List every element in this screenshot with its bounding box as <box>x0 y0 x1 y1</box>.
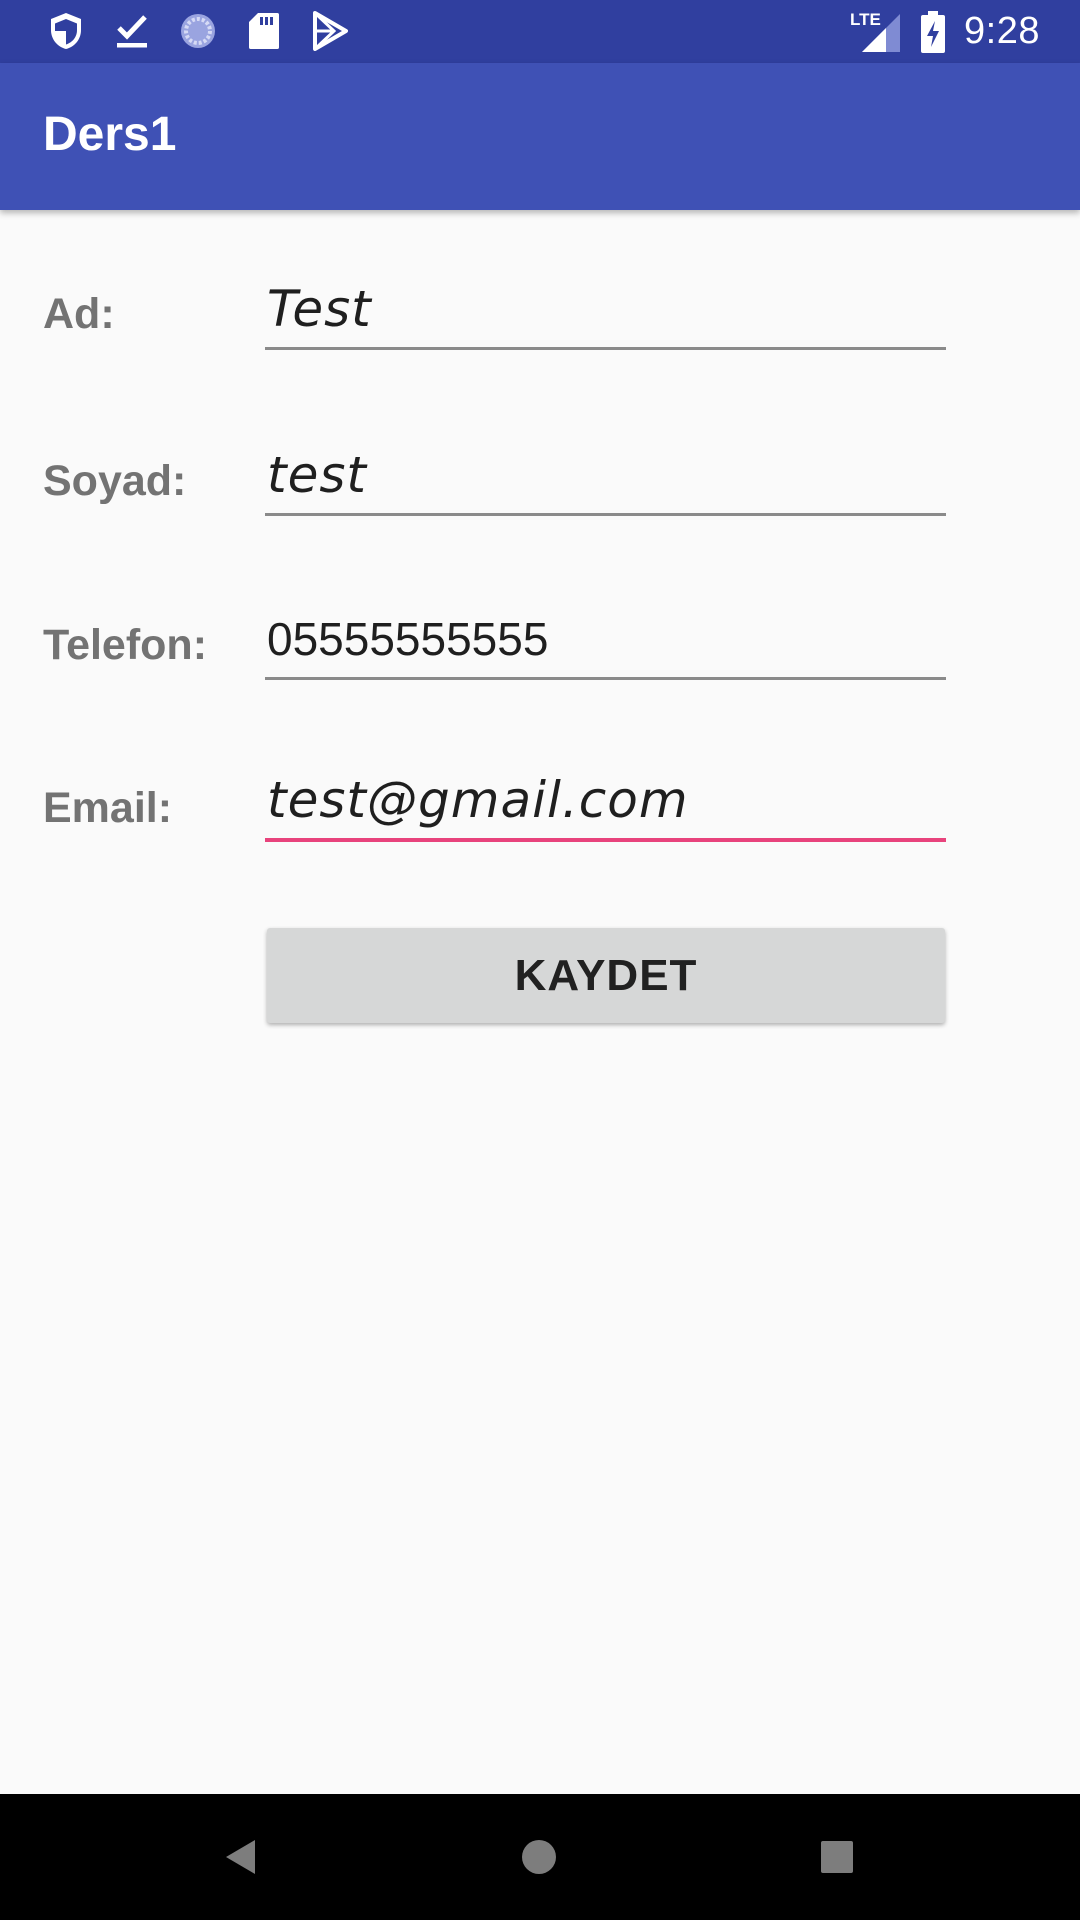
screen: LTE 9:28 Ders1 Ad: Soyad: <box>0 0 1080 1920</box>
sync-spinner-icon <box>176 9 220 53</box>
notification-icons <box>44 8 352 54</box>
battery-charging-icon <box>920 10 946 54</box>
navigation-bar <box>0 1794 1080 1920</box>
back-icon[interactable] <box>208 1824 274 1890</box>
home-icon[interactable] <box>506 1824 572 1890</box>
recents-icon[interactable] <box>804 1824 870 1890</box>
telefon-input[interactable] <box>265 600 946 680</box>
save-button[interactable]: KAYDET <box>267 928 945 1023</box>
system-status: LTE 9:28 <box>850 0 1040 63</box>
lte-signal-icon: LTE <box>850 10 902 54</box>
status-bar: LTE 9:28 <box>0 0 1080 63</box>
email-label: Email: <box>43 784 173 832</box>
shield-icon <box>44 9 88 53</box>
soyad-label: Soyad: <box>43 457 187 505</box>
status-time: 9:28 <box>964 10 1040 52</box>
soyad-input[interactable] <box>265 436 946 516</box>
telefon-label: Telefon: <box>43 621 208 669</box>
ad-input[interactable] <box>265 270 946 350</box>
ad-label: Ad: <box>43 290 115 338</box>
email-input[interactable] <box>265 762 946 842</box>
download-done-icon <box>110 9 154 53</box>
play-store-icon <box>308 9 352 53</box>
app-bar: Ders1 <box>0 63 1080 210</box>
sd-card-icon <box>242 9 286 53</box>
app-title: Ders1 <box>43 108 177 161</box>
